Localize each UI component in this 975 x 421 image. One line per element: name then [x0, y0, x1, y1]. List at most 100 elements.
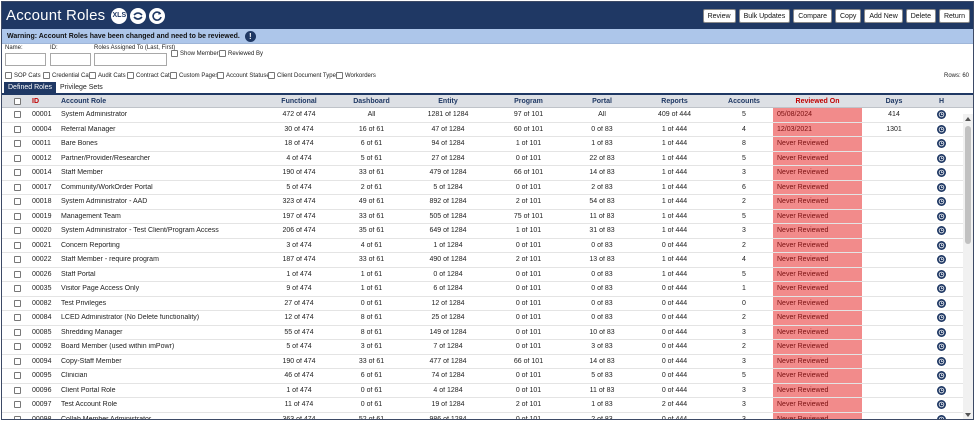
row-checkbox[interactable]: [13, 154, 21, 162]
history-icon[interactable]: [937, 168, 946, 178]
toggle-view-icon[interactable]: [130, 7, 147, 24]
checkbox-box[interactable]: [217, 72, 224, 79]
col-reviewed-on[interactable]: Reviewed On: [773, 95, 862, 107]
history-icon[interactable]: [937, 124, 946, 134]
table-row[interactable]: 00020 System Administrator - Test Client/…: [2, 224, 973, 239]
table-row[interactable]: 00017 Community/WorkOrder Portal 5 of 474 2…: [2, 180, 973, 195]
id-filter-input[interactable]: [50, 53, 91, 66]
row-checkbox[interactable]: [13, 241, 21, 249]
history-icon[interactable]: [937, 255, 946, 265]
table-row[interactable]: 00094 Copy-Staff Member 190 of 474 33 of 61…: [2, 354, 973, 369]
col-days[interactable]: Days: [862, 98, 926, 105]
row-checkbox[interactable]: [13, 328, 21, 336]
history-icon[interactable]: [937, 342, 946, 352]
row-checkbox[interactable]: [13, 256, 21, 264]
table-row[interactable]: 00001 System Administrator 472 of 474 All 12…: [2, 108, 973, 123]
table-row[interactable]: 00082 Test Privileges 27 of 474 0 of 61 12 o…: [2, 296, 973, 311]
audit-cats-checkbox[interactable]: Audit Cats: [89, 72, 126, 79]
row-checkbox[interactable]: [13, 372, 21, 380]
col-functional[interactable]: Functional: [264, 98, 334, 105]
row-checkbox[interactable]: [13, 415, 21, 419]
custom-pages-checkbox[interactable]: Custom Pages: [170, 72, 218, 79]
checkbox-box[interactable]: [170, 72, 177, 79]
compare-button[interactable]: Compare: [793, 9, 832, 23]
col-account-role[interactable]: Account Role: [59, 98, 264, 105]
history-icon[interactable]: [937, 371, 946, 381]
history-icon[interactable]: [937, 226, 946, 236]
history-icon[interactable]: [937, 327, 946, 337]
checkbox-box[interactable]: [5, 72, 12, 79]
checkbox-box[interactable]: [127, 72, 134, 79]
history-icon[interactable]: [937, 385, 946, 395]
history-icon[interactable]: [937, 153, 946, 163]
history-icon[interactable]: [937, 211, 946, 221]
checkbox-box[interactable]: [171, 50, 178, 57]
account-statuses-checkbox[interactable]: Account Statuses: [217, 72, 273, 79]
table-row[interactable]: 00097 Test Account Role 11 of 474 0 of 61 19…: [2, 398, 973, 413]
checkbox-box[interactable]: [219, 50, 226, 57]
reviewed-by-checkbox[interactable]: Reviewed By: [219, 50, 263, 57]
row-checkbox[interactable]: [13, 183, 21, 191]
row-checkbox[interactable]: [13, 111, 21, 119]
name-filter-input[interactable]: [5, 53, 46, 66]
table-row[interactable]: 00095 Clinician 46 of 474 6 of 61 74 of 1284…: [2, 369, 973, 384]
review-button[interactable]: Review: [702, 9, 736, 23]
history-icon[interactable]: [937, 414, 946, 419]
checkbox-box[interactable]: [268, 72, 275, 79]
table-row[interactable]: 00014 Staff Member 190 of 474 33 of 61 479 o…: [2, 166, 973, 181]
scroll-up-arrow[interactable]: [965, 117, 971, 121]
history-icon[interactable]: [937, 269, 946, 279]
row-checkbox[interactable]: [13, 401, 21, 409]
col-reports[interactable]: Reports: [634, 98, 715, 105]
col-accounts[interactable]: Accounts: [715, 98, 773, 105]
history-icon[interactable]: [937, 298, 946, 308]
row-checkbox[interactable]: [13, 169, 21, 177]
tab-defined-roles[interactable]: Defined Roles: [4, 82, 56, 93]
col-id[interactable]: ID: [32, 98, 59, 105]
vertical-scrollbar[interactable]: [963, 114, 973, 419]
col-dashboard[interactable]: Dashboard: [334, 98, 409, 105]
history-icon[interactable]: [937, 110, 946, 120]
table-row[interactable]: 00004 Referral Manager 30 of 474 16 of 61 47…: [2, 122, 973, 137]
client-document-types-checkbox[interactable]: Client Document Types: [268, 72, 339, 79]
history-icon[interactable]: [937, 284, 946, 294]
table-row[interactable]: 00092 Board Member (used within imPowr) 5 …: [2, 340, 973, 355]
return-button[interactable]: Return: [938, 9, 970, 23]
xls-export-icon[interactable]: XLS: [111, 7, 128, 24]
history-icon[interactable]: [937, 313, 946, 323]
table-row[interactable]: 00012 Partner/Provider/Researcher 4 of 474…: [2, 151, 973, 166]
col-entity[interactable]: Entity: [409, 98, 487, 105]
table-row[interactable]: 00018 System Administrator - AAD 323 of 47…: [2, 195, 973, 210]
table-row[interactable]: 00098 Collab Member Administrator 363 of 4…: [2, 412, 973, 419]
table-row[interactable]: 00096 Client Portal Role 1 of 474 0 of 61 4 …: [2, 383, 973, 398]
scroll-down-arrow[interactable]: [965, 413, 971, 417]
history-icon[interactable]: [937, 400, 946, 410]
table-row[interactable]: 00011 Bare Bones 18 of 474 6 of 61 94 of 128…: [2, 137, 973, 152]
row-checkbox[interactable]: [13, 198, 21, 206]
refresh-icon[interactable]: [149, 7, 166, 24]
table-row[interactable]: 00026 Staff Portal 1 of 474 1 of 61 0 of 128…: [2, 267, 973, 282]
history-icon[interactable]: [937, 356, 946, 366]
table-row[interactable]: 00084 LCED Administrator (No Delete funct…: [2, 311, 973, 326]
add-new-button[interactable]: Add New: [864, 9, 903, 23]
row-checkbox[interactable]: [13, 125, 21, 133]
history-icon[interactable]: [937, 240, 946, 250]
tab-privilege-sets[interactable]: Privilege Sets: [56, 82, 107, 93]
history-icon[interactable]: [937, 197, 946, 207]
row-checkbox[interactable]: [13, 140, 21, 148]
sop-cats-checkbox[interactable]: SOP Cats: [5, 72, 41, 79]
row-checkbox[interactable]: [13, 357, 21, 365]
row-checkbox[interactable]: [13, 299, 21, 307]
select-all-checkbox[interactable]: [13, 97, 21, 105]
contract-cats-checkbox[interactable]: Contract Cats: [127, 72, 173, 79]
row-checkbox[interactable]: [13, 212, 21, 220]
history-icon[interactable]: [937, 139, 946, 149]
checkbox-box[interactable]: [43, 72, 50, 79]
table-row[interactable]: 00022 Staff Member - require program 187 o…: [2, 253, 973, 268]
checkbox-box[interactable]: [89, 72, 96, 79]
col-history[interactable]: H: [926, 98, 957, 105]
row-checkbox[interactable]: [13, 343, 21, 351]
credential-cats-checkbox[interactable]: Credential Cats: [43, 72, 93, 79]
roles-assigned-input[interactable]: [94, 53, 167, 66]
checkbox-box[interactable]: [336, 72, 343, 79]
